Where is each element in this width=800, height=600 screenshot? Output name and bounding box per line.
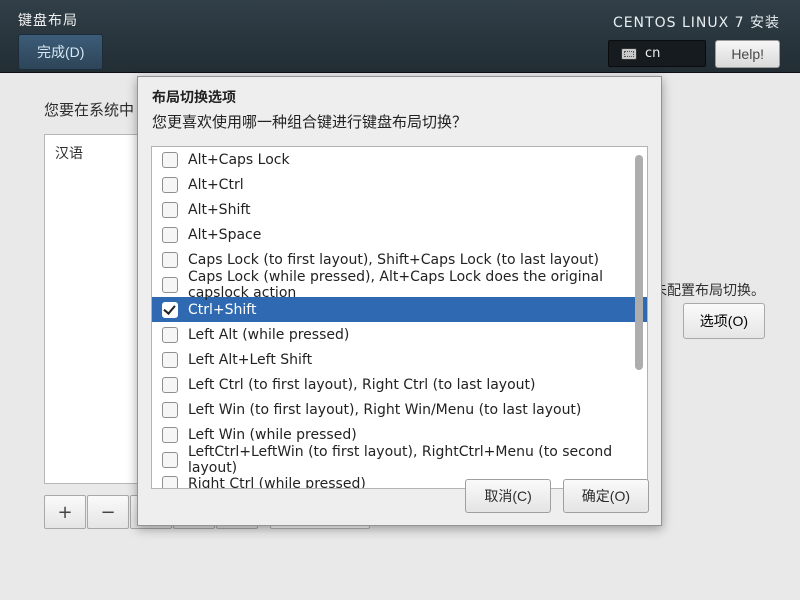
remove-layout-button[interactable]: −	[87, 495, 129, 529]
keyboard-icon	[621, 48, 637, 60]
minus-icon: −	[100, 502, 115, 523]
checkbox[interactable]	[162, 277, 178, 293]
option-row[interactable]: Alt+Caps Lock	[152, 147, 647, 172]
layout-switch-options-button[interactable]: 选项(O)	[683, 303, 765, 339]
checkbox[interactable]	[162, 227, 178, 243]
option-label: Alt+Shift	[188, 202, 251, 218]
option-label: Right Ctrl (while pressed)	[188, 476, 366, 489]
input-language-indicator[interactable]: cn	[608, 40, 706, 67]
install-title: CENTOS LINUX 7 安装	[613, 12, 780, 32]
help-button[interactable]: Help!	[715, 40, 780, 68]
checkbox[interactable]	[162, 427, 178, 443]
option-label: Left Alt+Left Shift	[188, 352, 312, 368]
option-label: Ctrl+Shift	[188, 302, 256, 318]
option-label: Left Win (while pressed)	[188, 427, 357, 443]
option-row[interactable]: Alt+Space	[152, 222, 647, 247]
option-label: Left Win (to first layout), Right Win/Me…	[188, 402, 581, 418]
checkbox[interactable]	[162, 476, 178, 489]
option-label: Alt+Space	[188, 227, 261, 243]
option-row[interactable]: LeftCtrl+LeftWin (to first layout), Righ…	[152, 447, 647, 472]
option-label: Caps Lock (to first layout), Shift+Caps …	[188, 252, 599, 268]
dialog-header: 布局切换选项 您更喜欢使用哪一种组合键进行键盘布局切换？	[138, 77, 661, 138]
page-title: 键盘布局	[18, 10, 78, 30]
checkbox[interactable]	[162, 202, 178, 218]
option-row[interactable]: Alt+Shift	[152, 197, 647, 222]
dialog-title: 布局切换选项	[152, 87, 647, 107]
language-code: cn	[645, 46, 660, 61]
option-label: Left Alt (while pressed)	[188, 327, 349, 343]
option-label: LeftCtrl+LeftWin (to first layout), Righ…	[188, 444, 637, 476]
option-row[interactable]: Left Alt+Left Shift	[152, 347, 647, 372]
scrollbar-thumb[interactable]	[635, 155, 643, 370]
option-row[interactable]: Alt+Ctrl	[152, 172, 647, 197]
option-row[interactable]: Left Ctrl (to first layout), Right Ctrl …	[152, 372, 647, 397]
option-row[interactable]: Ctrl+Shift	[152, 297, 647, 322]
checkbox[interactable]	[162, 177, 178, 193]
add-layout-button[interactable]: +	[44, 495, 86, 529]
cancel-button[interactable]: 取消(C)	[465, 479, 550, 513]
option-label: Caps Lock (while pressed), Alt+Caps Lock…	[188, 269, 637, 301]
checkbox[interactable]	[162, 402, 178, 418]
option-row[interactable]: Left Win (to first layout), Right Win/Me…	[152, 397, 647, 422]
dialog-subtitle: 您更喜欢使用哪一种组合键进行键盘布局切换？	[152, 111, 647, 132]
option-label: Left Ctrl (to first layout), Right Ctrl …	[188, 377, 535, 393]
plus-icon: +	[57, 502, 72, 523]
checkbox[interactable]	[162, 152, 178, 168]
checkbox[interactable]	[162, 327, 178, 343]
switch-status-text: 未配置布局切换。	[653, 280, 765, 300]
done-button[interactable]: 完成(D)	[18, 34, 103, 70]
installer-header: 键盘布局 完成(D) CENTOS LINUX 7 安装 cn Help!	[0, 0, 800, 73]
layout-switch-dialog: 布局切换选项 您更喜欢使用哪一种组合键进行键盘布局切换？ Alt+Caps Lo…	[137, 76, 662, 526]
options-list[interactable]: Alt+Caps Lock Alt+Ctrl Alt+Shift Alt+Space C…	[151, 146, 648, 489]
checkbox[interactable]	[162, 377, 178, 393]
checkbox[interactable]	[162, 252, 178, 268]
checkbox[interactable]	[162, 452, 178, 468]
ok-button[interactable]: 确定(O)	[563, 479, 649, 513]
option-row[interactable]: Caps Lock (while pressed), Alt+Caps Lock…	[152, 272, 647, 297]
option-row[interactable]: Left Alt (while pressed)	[152, 322, 647, 347]
option-label: Alt+Caps Lock	[188, 152, 290, 168]
checkbox[interactable]	[162, 352, 178, 368]
dialog-button-row: 取消(C) 确定(O)	[465, 479, 649, 513]
scrollbar-track[interactable]	[637, 151, 645, 484]
option-label: Alt+Ctrl	[188, 177, 244, 193]
checkbox[interactable]	[162, 302, 178, 318]
